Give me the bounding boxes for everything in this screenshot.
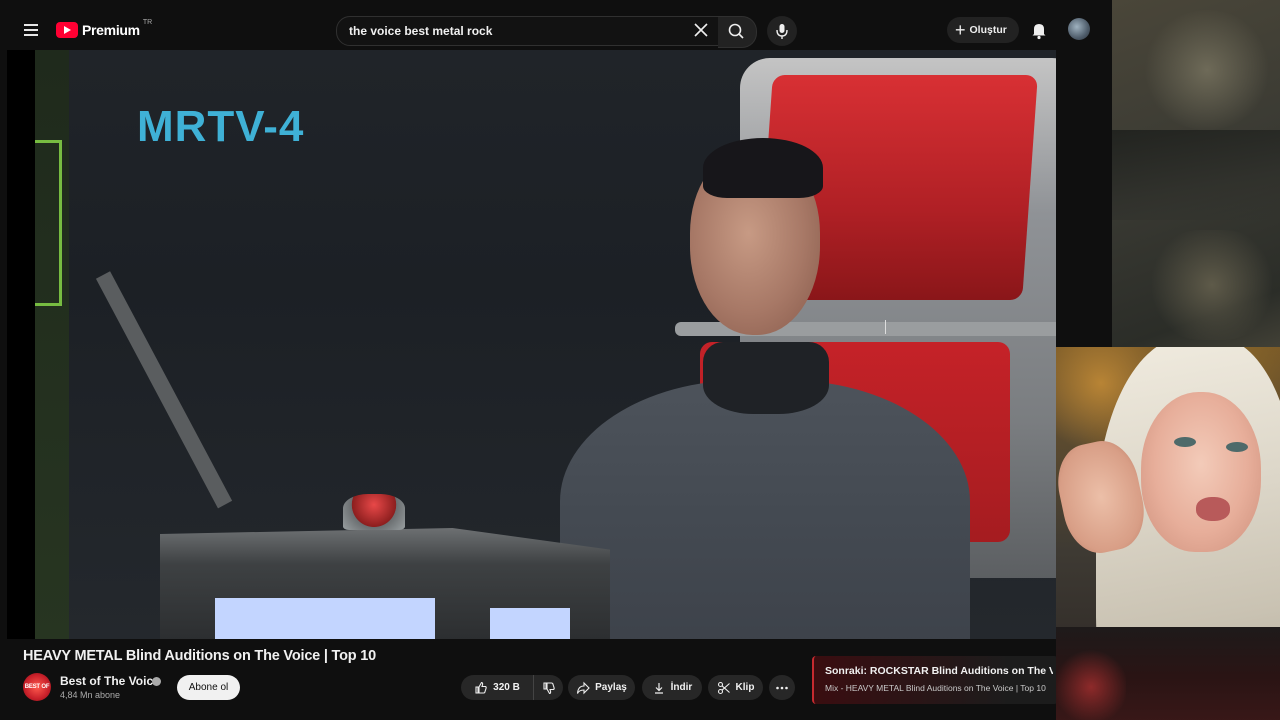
channel-avatar[interactable]: BEST OF [23, 673, 51, 701]
thumbs-up-icon [475, 681, 487, 694]
dislike-button[interactable] [533, 675, 563, 700]
search-button[interactable] [718, 16, 757, 48]
text-cursor [885, 320, 889, 334]
webcam-overlay [1056, 347, 1280, 720]
share-button[interactable]: Paylaş [568, 675, 635, 700]
verified-badge-icon [152, 677, 161, 686]
more-horizontal-icon [776, 686, 788, 689]
plus-icon: + [955, 20, 966, 40]
clip-button[interactable]: Klip [708, 675, 763, 700]
notifications-bell-icon[interactable] [1028, 19, 1050, 41]
microphone-icon [776, 24, 788, 39]
create-button[interactable]: + Oluştur [947, 17, 1019, 43]
download-icon [654, 682, 663, 694]
channel-avatar-text: BEST OF [24, 684, 50, 690]
create-label: Oluştur [969, 24, 1007, 36]
video-title: HEAVY METAL Blind Auditions on The Voice… [23, 648, 377, 664]
search-box[interactable] [336, 16, 720, 46]
subscribe-button[interactable]: Abone ol [177, 675, 240, 700]
account-avatar[interactable] [1068, 18, 1090, 40]
scissors-icon [717, 681, 730, 694]
clip-label: Klip [735, 682, 755, 693]
search-icon [728, 23, 744, 39]
search-input[interactable] [347, 23, 681, 39]
download-button[interactable]: İndir [642, 675, 702, 700]
like-button[interactable]: 320 B [461, 675, 533, 700]
logo-text: Premium [82, 22, 140, 38]
like-count: 320 B [493, 682, 520, 693]
subscriber-count: 4,84 Mn abone [60, 690, 121, 700]
clear-search-icon[interactable] [691, 20, 711, 40]
thumbs-down-icon [542, 681, 555, 694]
download-label: İndir [670, 682, 693, 693]
video-player[interactable]: MRTV-4 [7, 50, 1056, 639]
more-actions-button[interactable] [769, 675, 795, 700]
tv-channel-watermark: MRTV-4 [137, 102, 305, 151]
channel-name[interactable]: Best of The Voice [60, 674, 160, 688]
logo-country: TR [142, 18, 153, 26]
youtube-premium-logo[interactable]: Premium TR [56, 19, 152, 41]
share-arrow-icon [577, 681, 590, 694]
share-label: Paylaş [595, 682, 627, 693]
voice-search-button[interactable] [767, 16, 797, 46]
up-next-subtitle: Mix - HEAVY METAL Blind Auditions on The… [825, 683, 1046, 693]
up-next-card[interactable]: Sonraki: ROCKSTAR Blind Auditions on The… [812, 656, 1058, 704]
menu-icon[interactable] [18, 17, 44, 43]
up-next-heading: Sonraki: ROCKSTAR Blind Auditions on The… [825, 665, 1053, 677]
youtube-play-icon [56, 22, 78, 38]
